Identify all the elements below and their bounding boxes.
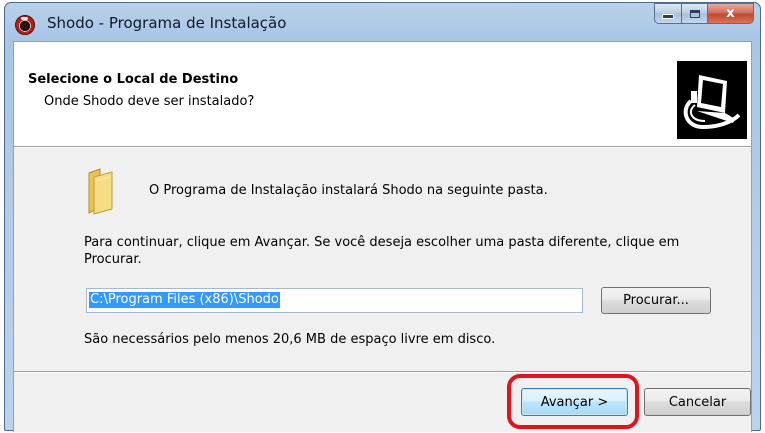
disk-space-text: São necessários pelo menos 20,6 MB de es…	[84, 332, 496, 347]
next-button-highlight	[507, 374, 639, 429]
footer-divider-highlight	[14, 372, 751, 373]
maximize-button[interactable]	[682, 3, 708, 24]
page-subtitle: Onde Shodo deve ser instalado?	[44, 94, 255, 109]
dialog-client-area: Selecione o Local de Destino Onde Shodo …	[13, 41, 752, 432]
header-divider	[14, 147, 751, 148]
installer-window: Shodo - Programa de Instalação x Selecio…	[4, 2, 761, 432]
cancel-button[interactable]: Cancelar	[644, 388, 751, 416]
page-title: Selecione o Local de Destino	[28, 72, 239, 87]
close-button[interactable]: x	[708, 3, 754, 24]
intro-text: O Programa de Instalação instalará Shodo…	[149, 183, 548, 198]
wizard-header: Selecione o Local de Destino Onde Shodo …	[14, 42, 751, 147]
minimize-button[interactable]	[654, 3, 682, 24]
browse-button[interactable]: Procurar...	[601, 287, 711, 314]
computer-install-icon	[677, 61, 747, 139]
destination-path-value: C:\Program Files (x86)\Shodo	[89, 292, 280, 308]
title-bar[interactable]: Shodo - Programa de Instalação x	[5, 3, 760, 41]
instruction-text: Para continuar, clique em Avançar. Se vo…	[84, 235, 680, 267]
close-icon: x	[726, 6, 735, 21]
caption-buttons: x	[654, 3, 754, 25]
app-icon	[15, 15, 35, 35]
destination-path-input[interactable]: C:\Program Files (x86)\Shodo	[86, 288, 583, 313]
window-title: Shodo - Programa de Instalação	[47, 14, 287, 32]
maximize-icon	[689, 9, 700, 18]
minimize-icon	[662, 14, 674, 19]
folder-icon	[86, 167, 114, 215]
